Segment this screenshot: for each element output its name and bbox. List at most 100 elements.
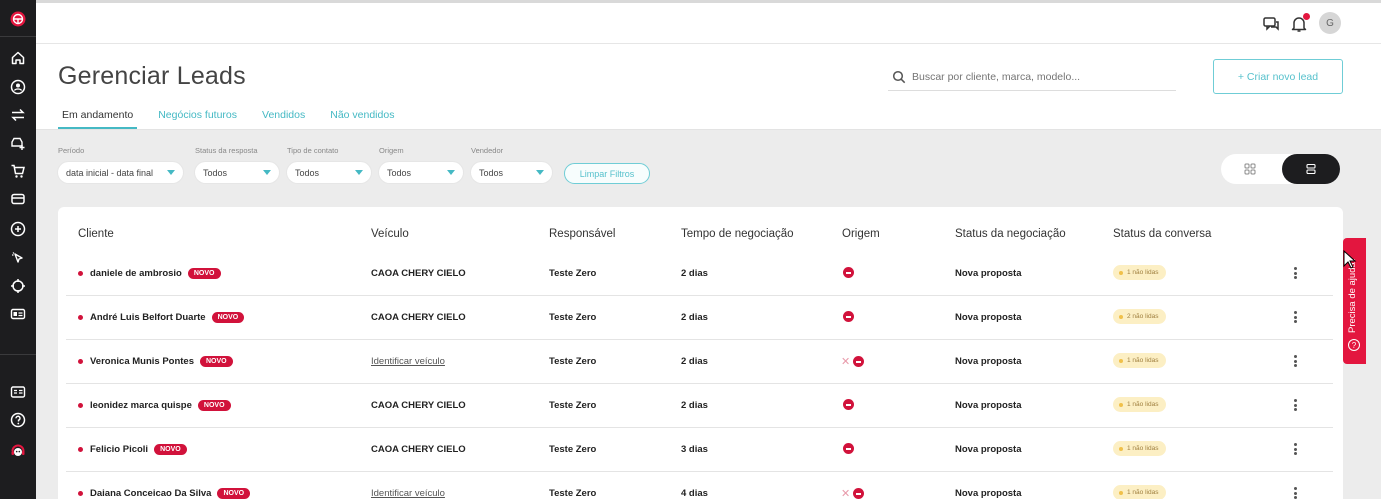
more-options-icon[interactable] xyxy=(1290,397,1300,413)
grid-view-button[interactable] xyxy=(1221,154,1279,184)
client-cell[interactable]: Veronica Munis Pontes NOVO xyxy=(78,356,233,367)
mouse-cursor-icon xyxy=(1343,250,1357,269)
user-circle-icon[interactable] xyxy=(7,76,29,98)
support-agent-icon[interactable] xyxy=(7,440,29,462)
new-badge: NOVO xyxy=(187,268,221,279)
column-header-status-negociacao[interactable]: Status da negociação xyxy=(955,228,1066,240)
id-card-icon[interactable] xyxy=(7,303,29,325)
client-name[interactable]: Felicio Picoli xyxy=(90,444,148,455)
origin-source-icon xyxy=(853,356,865,367)
car-add-icon[interactable] xyxy=(7,132,29,154)
id-badge-icon[interactable] xyxy=(7,381,29,403)
new-badge: NOVO xyxy=(217,488,251,499)
more-options-icon[interactable] xyxy=(1290,309,1300,325)
origin-cell xyxy=(843,399,854,410)
vehicle-cell: CAOA CHERY CIELO xyxy=(371,444,466,455)
filter-label: Vendedor xyxy=(471,146,504,155)
status-dot xyxy=(78,271,83,276)
unread-messages-badge[interactable]: 1 não lidas xyxy=(1113,265,1167,280)
cart-icon[interactable] xyxy=(7,160,29,182)
origem-select[interactable]: Todos xyxy=(379,162,463,183)
origin-source-icon xyxy=(843,267,854,278)
select-value: Todos xyxy=(203,167,228,178)
bell-icon[interactable] xyxy=(1290,13,1310,33)
more-options-icon[interactable] xyxy=(1290,485,1300,499)
unread-messages-badge[interactable]: 1 não lidas xyxy=(1113,441,1167,456)
card-icon[interactable] xyxy=(7,188,29,210)
unread-messages-badge[interactable]: 1 não lidas xyxy=(1113,353,1167,368)
client-name[interactable]: daniele de ambrosio xyxy=(90,268,182,279)
vehicle-cell: CAOA CHERY CIELO xyxy=(371,400,466,411)
steering-wheel-logo-icon[interactable] xyxy=(7,8,29,30)
tab-negocios-futuros[interactable]: Negócios futuros xyxy=(154,108,241,129)
status-resposta-select[interactable]: Todos xyxy=(195,162,279,183)
column-header-origem[interactable]: Origem xyxy=(842,228,880,240)
client-cell[interactable]: Felicio Picoli NOVO xyxy=(78,444,187,455)
tipo-contato-select[interactable]: Todos xyxy=(287,162,371,183)
search-input[interactable] xyxy=(912,71,1162,83)
tab-vendidos[interactable]: Vendidos xyxy=(258,108,309,129)
more-options-icon[interactable] xyxy=(1290,441,1300,457)
table-row[interactable]: Felicio Picoli NOVO CAOA CHERY CIELO Teste … xyxy=(66,428,1333,472)
identify-vehicle-link[interactable]: Identificar veículo xyxy=(371,488,445,499)
periodo-select[interactable]: data inicial - data final xyxy=(58,162,183,183)
notification-dot xyxy=(1303,13,1310,20)
home-icon[interactable] xyxy=(7,47,29,69)
tab-bar: Em andamento Negócios futuros Vendidos N… xyxy=(58,108,415,129)
tab-em-andamento[interactable]: Em andamento xyxy=(58,108,138,129)
cursor-click-icon[interactable] xyxy=(7,247,29,269)
unread-messages-badge[interactable]: 1 não lidas xyxy=(1113,397,1167,412)
table-row[interactable]: Veronica Munis Pontes NOVO Identificar veí… xyxy=(66,340,1333,384)
chevron-down-icon xyxy=(447,170,455,175)
page-header: Gerenciar Leads + Criar novo lead Em and… xyxy=(36,44,1381,130)
table-row[interactable]: André Luis Belfort Duarte NOVO CAOA CHERY … xyxy=(66,296,1333,340)
list-view-button[interactable] xyxy=(1282,154,1340,184)
client-cell[interactable]: leonidez marca quispe NOVO xyxy=(78,400,231,411)
filters-bar: Período data inicial - data final Status… xyxy=(58,146,758,186)
table-row[interactable]: daniele de ambrosio NOVO CAOA CHERY CIELO T… xyxy=(66,252,1333,296)
client-cell[interactable]: André Luis Belfort Duarte NOVO xyxy=(78,312,245,323)
identify-vehicle-link[interactable]: Identificar veículo xyxy=(371,356,445,367)
clear-filters-button[interactable]: Limpar Filtros xyxy=(564,163,650,184)
help-tab-label: Precisa de ajuda? xyxy=(1347,256,1358,333)
column-header-tempo[interactable]: Tempo de negociação xyxy=(681,228,794,240)
arrows-swap-icon[interactable] xyxy=(7,104,29,126)
client-name[interactable]: André Luis Belfort Duarte xyxy=(90,312,206,323)
plus-circle-icon[interactable] xyxy=(7,218,29,240)
avatar[interactable]: G xyxy=(1319,12,1341,34)
chevron-down-icon xyxy=(263,170,271,175)
create-lead-button[interactable]: + Criar novo lead xyxy=(1213,59,1343,94)
chat-icon[interactable] xyxy=(1262,15,1280,33)
column-header-responsavel[interactable]: Responsável xyxy=(549,228,615,240)
filter-label: Status da resposta xyxy=(195,146,258,155)
table-row[interactable]: Daiana Conceicao Da Silva NOVO Identificar… xyxy=(66,472,1333,499)
chevron-down-icon xyxy=(355,170,363,175)
help-circle-icon[interactable] xyxy=(7,409,29,431)
table-row[interactable]: leonidez marca quispe NOVO CAOA CHERY CIEL… xyxy=(66,384,1333,428)
column-header-cliente[interactable]: Cliente xyxy=(78,228,114,240)
tab-nao-vendidos[interactable]: Não vendidos xyxy=(326,108,398,129)
client-cell[interactable]: daniele de ambrosio NOVO xyxy=(78,268,221,279)
client-name[interactable]: leonidez marca quispe xyxy=(90,400,192,411)
x-icon: ✕ xyxy=(841,488,851,499)
search-bar[interactable] xyxy=(888,64,1176,91)
status-dot xyxy=(78,315,83,320)
negotiation-time-cell: 3 dias xyxy=(681,444,708,455)
vendedor-select[interactable]: Todos xyxy=(471,162,552,183)
more-options-icon[interactable] xyxy=(1290,265,1300,281)
client-name[interactable]: Daiana Conceicao Da Silva xyxy=(90,488,211,499)
chevron-down-icon xyxy=(167,170,175,175)
column-header-veiculo[interactable]: Veículo xyxy=(371,228,409,240)
client-name[interactable]: Veronica Munis Pontes xyxy=(90,356,194,367)
select-value: Todos xyxy=(479,167,504,178)
unread-dot xyxy=(1119,358,1123,363)
target-icon[interactable] xyxy=(7,275,29,297)
negotiation-status-cell: Nova proposta xyxy=(955,400,1022,411)
client-cell[interactable]: Daiana Conceicao Da Silva NOVO xyxy=(78,488,251,499)
column-header-status-conversa[interactable]: Status da conversa xyxy=(1113,228,1211,240)
negotiation-status-cell: Nova proposta xyxy=(955,312,1022,323)
more-options-icon[interactable] xyxy=(1290,353,1300,369)
unread-messages-badge[interactable]: 1 não lidas xyxy=(1113,485,1167,499)
unread-messages-badge[interactable]: 2 não lidas xyxy=(1113,309,1167,324)
filter-label: Origem xyxy=(379,146,404,155)
